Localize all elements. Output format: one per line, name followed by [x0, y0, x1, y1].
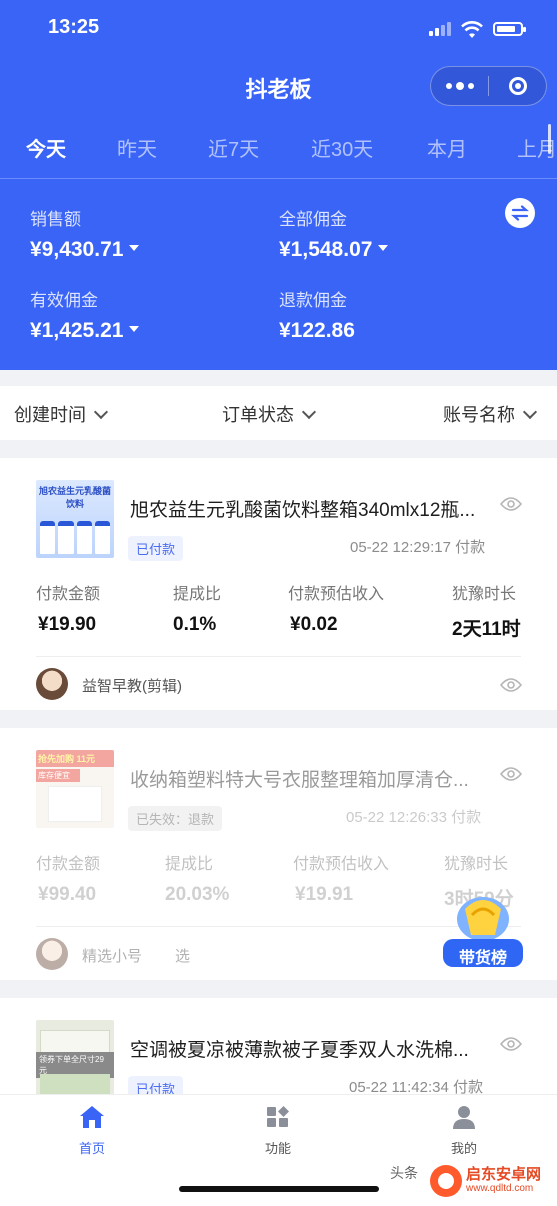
- battery-icon: [493, 22, 526, 36]
- rate-value: 20.03%: [165, 884, 230, 905]
- caret-down-icon: [378, 245, 389, 252]
- grid-icon: [267, 1106, 289, 1127]
- sales-ranking-button[interactable]: 带货榜: [441, 895, 525, 970]
- caret-down-icon: [129, 326, 140, 333]
- sales-value[interactable]: ¥9,430.71: [30, 238, 140, 262]
- account-name: 精选小号: [82, 948, 143, 965]
- signal-icon: [429, 22, 451, 36]
- avatar: [36, 938, 68, 970]
- filter-account-name[interactable]: 账号名称: [443, 401, 538, 427]
- paid-time: 05-22 12:29:17 付款: [350, 539, 486, 556]
- chevron-down-icon: [301, 404, 317, 420]
- refund-commission-label: 退款佣金: [279, 291, 347, 310]
- sales-label: 销售额: [30, 210, 81, 229]
- home-icon: [80, 1106, 104, 1128]
- income-value: ¥19.91: [295, 884, 354, 905]
- grace-label: 犹豫时长: [452, 586, 517, 603]
- income-label: 付款预估收入: [288, 586, 385, 603]
- valid-commission-label: 有效佣金: [30, 291, 98, 310]
- product-thumbnail: 抢先加购 11元 库存便宜: [36, 750, 114, 828]
- swap-icon[interactable]: [505, 198, 535, 228]
- rate-label: 提成比: [173, 586, 222, 603]
- eye-icon[interactable]: [500, 496, 522, 512]
- amount-label: 付款金额: [36, 856, 101, 873]
- caret-down-icon: [129, 245, 140, 252]
- close-target-icon[interactable]: [489, 77, 546, 95]
- grace-value: 2天11时: [452, 619, 521, 640]
- total-commission-label: 全部佣金: [279, 210, 347, 229]
- tab-30days[interactable]: 近30天: [311, 133, 373, 162]
- product-thumbnail: 旭农益生元乳酸菌饮料: [36, 480, 114, 558]
- income-value: ¥0.02: [290, 614, 338, 635]
- amount-value: ¥19.90: [38, 614, 97, 635]
- divider: [36, 656, 521, 657]
- account-extra: 选: [175, 948, 191, 965]
- filter-bar: 创建时间 订单状态 账号名称: [0, 386, 557, 440]
- person-icon: [453, 1106, 475, 1129]
- nav-home[interactable]: 首页: [42, 1105, 142, 1157]
- amount-value: ¥99.40: [38, 884, 97, 905]
- wifi-icon: [461, 21, 483, 38]
- tab-today[interactable]: 今天: [26, 133, 66, 162]
- income-label: 付款预估收入: [293, 856, 390, 873]
- nav-mine[interactable]: 我的: [414, 1105, 514, 1157]
- more-icon[interactable]: [431, 67, 488, 105]
- eye-icon[interactable]: [500, 1036, 522, 1052]
- home-indicator: [179, 1186, 379, 1192]
- header-panel: [0, 0, 557, 370]
- account-name: 益智早教(剪辑): [82, 678, 182, 695]
- tab-yesterday[interactable]: 昨天: [117, 133, 157, 162]
- rate-value: 0.1%: [173, 614, 217, 635]
- refund-commission-value: ¥122.86: [279, 319, 355, 342]
- nav-features[interactable]: 功能: [228, 1105, 328, 1157]
- tab-last-month[interactable]: 上月: [517, 133, 557, 162]
- product-title: 空调被夏凉被薄款被子夏季双人水洗棉...: [130, 1040, 469, 1061]
- rate-label: 提成比: [165, 856, 214, 873]
- chevron-down-icon: [522, 404, 538, 420]
- mini-program-capsule: [430, 66, 547, 106]
- tabs-scrollbar: [548, 124, 551, 154]
- filter-created-time[interactable]: 创建时间: [14, 401, 109, 427]
- site-logo-icon: [430, 1165, 462, 1197]
- toutiao-watermark: 头条: [390, 1165, 418, 1181]
- tab-7days[interactable]: 近7天: [208, 133, 259, 162]
- date-tabs: 今天 昨天 近7天 近30天 本月 上月: [0, 133, 557, 163]
- ranking-label: 带货榜: [458, 950, 507, 967]
- product-thumbnail: 领券下单全尺寸29元: [36, 1020, 114, 1098]
- status-badge: 已失效：退款: [128, 806, 223, 831]
- paid-time: 05-22 12:26:33 付款: [346, 809, 482, 826]
- divider: [0, 178, 557, 179]
- status-time: 13:25: [48, 16, 100, 38]
- avatar: [36, 668, 68, 700]
- filter-order-status[interactable]: 订单状态: [222, 401, 317, 427]
- chevron-down-icon: [93, 404, 109, 420]
- tab-this-month[interactable]: 本月: [427, 133, 467, 162]
- product-title: 旭农益生元乳酸菌饮料整箱340mlx12瓶...: [130, 500, 476, 521]
- eye-icon[interactable]: [500, 766, 522, 782]
- product-title: 收纳箱塑料特大号衣服整理箱加厚清仓...: [130, 770, 469, 791]
- site-watermark: 启东安卓网 www.qdltd.com: [428, 1163, 552, 1199]
- order-card[interactable]: 旭农益生元乳酸菌饮料 旭农益生元乳酸菌饮料整箱340mlx12瓶... 已付款 …: [0, 458, 557, 710]
- grace-label: 犹豫时长: [444, 856, 509, 873]
- total-commission-value[interactable]: ¥1,548.07: [279, 238, 389, 262]
- valid-commission-value[interactable]: ¥1,425.21: [30, 319, 140, 343]
- eye-icon[interactable]: [500, 677, 522, 693]
- status-badge: 已付款: [128, 536, 184, 561]
- amount-label: 付款金额: [36, 586, 101, 603]
